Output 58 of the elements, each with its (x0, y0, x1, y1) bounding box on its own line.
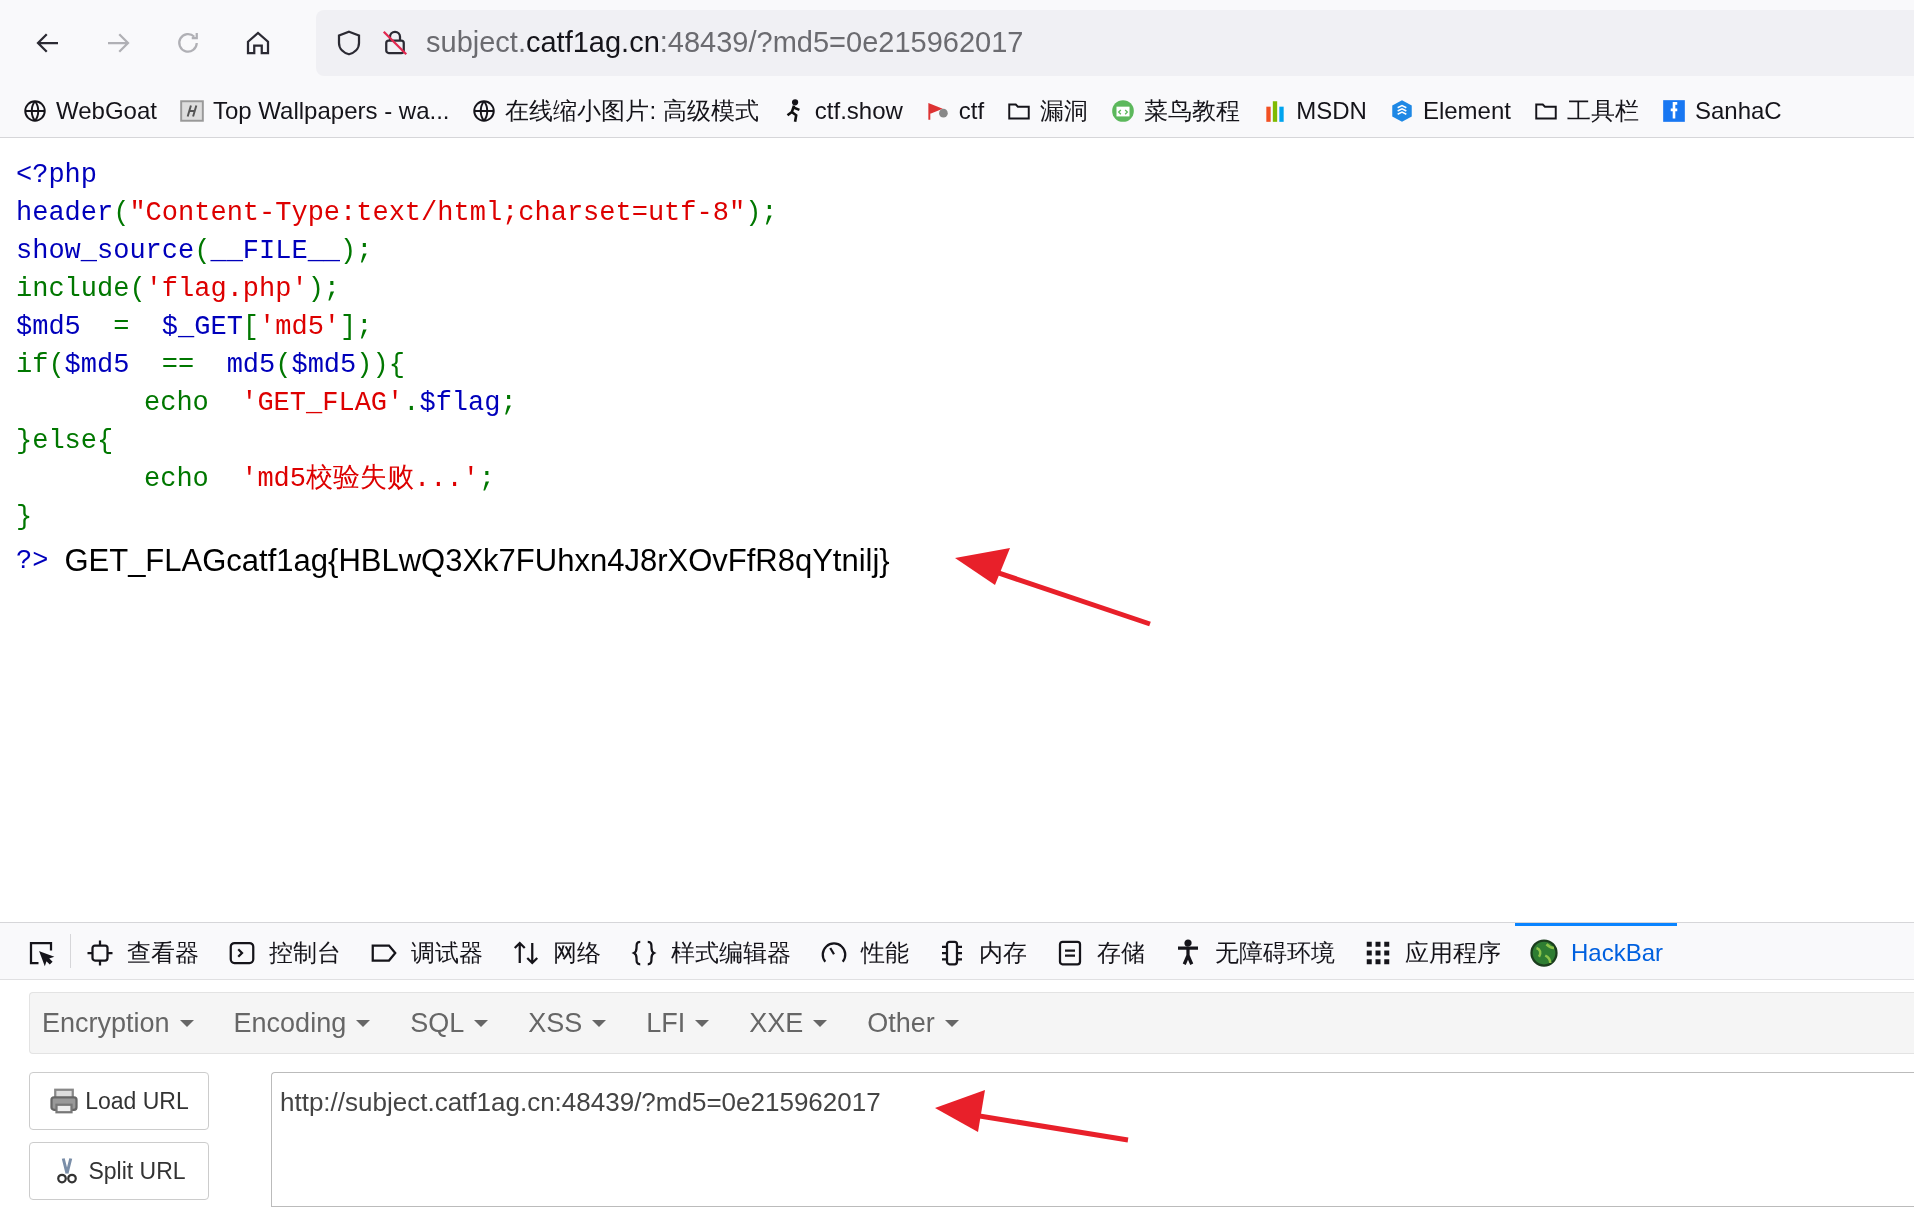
code-line: <?php (16, 159, 98, 192)
devtools-tab[interactable]: 样式编辑器 (615, 922, 805, 980)
code-line: echo 'GET_FLAG'.$flag; (143, 387, 518, 420)
bookmark-item[interactable]: Top Wallpapers - wa... (178, 93, 450, 129)
bookmark-item[interactable]: Element (1388, 93, 1511, 129)
caret-icon (179, 1019, 194, 1027)
bookmark-item[interactable]: ctf.show (780, 93, 903, 129)
caret-icon (944, 1019, 959, 1027)
bookmark-item[interactable]: 工具栏 (1532, 93, 1639, 129)
dropdown-menu-button[interactable]: Encryption (42, 1002, 222, 1044)
globe-icon (1529, 937, 1559, 968)
bookmark-item[interactable]: MSDN (1262, 93, 1367, 129)
code-line: show_source(__FILE__); (16, 235, 374, 268)
devtools-tab[interactable]: 无障碍环境 (1159, 922, 1349, 980)
devtools-tab[interactable]: 存储 (1041, 922, 1159, 980)
code-line: } (16, 501, 34, 534)
letter-tile-icon (178, 98, 205, 124)
bookmark-item[interactable]: 在线缩小图片: 高级模式 (471, 93, 759, 129)
code-line: header("Content-Type:text/html;charset=utf-8"); (16, 197, 779, 230)
devtools-tab[interactable]: 内存 (923, 922, 1041, 980)
code-line: }else{ (16, 425, 115, 458)
caret-icon (356, 1019, 371, 1027)
f-tile-icon (1660, 98, 1687, 124)
dropdown-menu-button[interactable]: XSS (528, 1002, 635, 1044)
caret-icon (813, 1019, 828, 1027)
dropdown-menu-button[interactable]: Encoding (233, 1002, 399, 1044)
dropdown-menu-button[interactable]: LFI (646, 1002, 738, 1044)
bookmark-item[interactable]: SanhaC (1660, 93, 1782, 129)
bookmark-item[interactable]: 漏洞 (1006, 93, 1089, 129)
bookmark-item[interactable]: WebGoat (22, 93, 157, 129)
code-line: include('flag.php'); (16, 273, 342, 306)
code-line: echo 'md5校验失败...'; (143, 463, 497, 496)
dropdown-menu-button[interactable]: XXE (749, 1002, 856, 1044)
page-output-text: GET_FLAGcatf1ag{HBLwQ3Xk7FUhxn4J8rXOvFfR8qYtnilj} (64, 542, 890, 580)
bookmark-item[interactable]: 菜鸟教程 (1110, 93, 1241, 129)
devtools-tab[interactable]: 网络 (497, 922, 615, 980)
caret-icon (592, 1019, 607, 1027)
url-input-field[interactable]: http://subject.catf1ag.cn:48439/?md5=0e215962017 (271, 1072, 1914, 1207)
hackbar-button[interactable]: Load URL (29, 1072, 209, 1130)
printer-icon (49, 1086, 80, 1116)
caret-icon (695, 1019, 710, 1027)
devtools-tab[interactable]: 控制台 (213, 922, 355, 980)
devtools-tab[interactable]: 调试器 (355, 922, 497, 980)
code-line: ?> (16, 545, 49, 578)
code-line: $md5 = $_GET['md5']; (16, 311, 374, 344)
dropdown-menu-button[interactable]: Other (867, 1002, 987, 1044)
devtools-tab[interactable]: 应用程序 (1349, 922, 1515, 980)
code-circle-icon (1110, 98, 1137, 124)
caret-icon (474, 1019, 489, 1027)
hackbar-button[interactable]: Split URL (29, 1142, 209, 1200)
globe-icon (471, 98, 498, 124)
code-line: if($md5 == md5($md5)){ (16, 349, 406, 382)
devtools-tab[interactable]: 查看器 (71, 922, 213, 980)
devtools-tab[interactable]: HackBar (1515, 922, 1678, 980)
devtools-tab[interactable]: 性能 (805, 922, 923, 980)
globe-icon (22, 98, 48, 124)
bookmark-item[interactable]: ctf (924, 93, 985, 129)
dropdown-menu-button[interactable]: SQL (410, 1002, 517, 1044)
